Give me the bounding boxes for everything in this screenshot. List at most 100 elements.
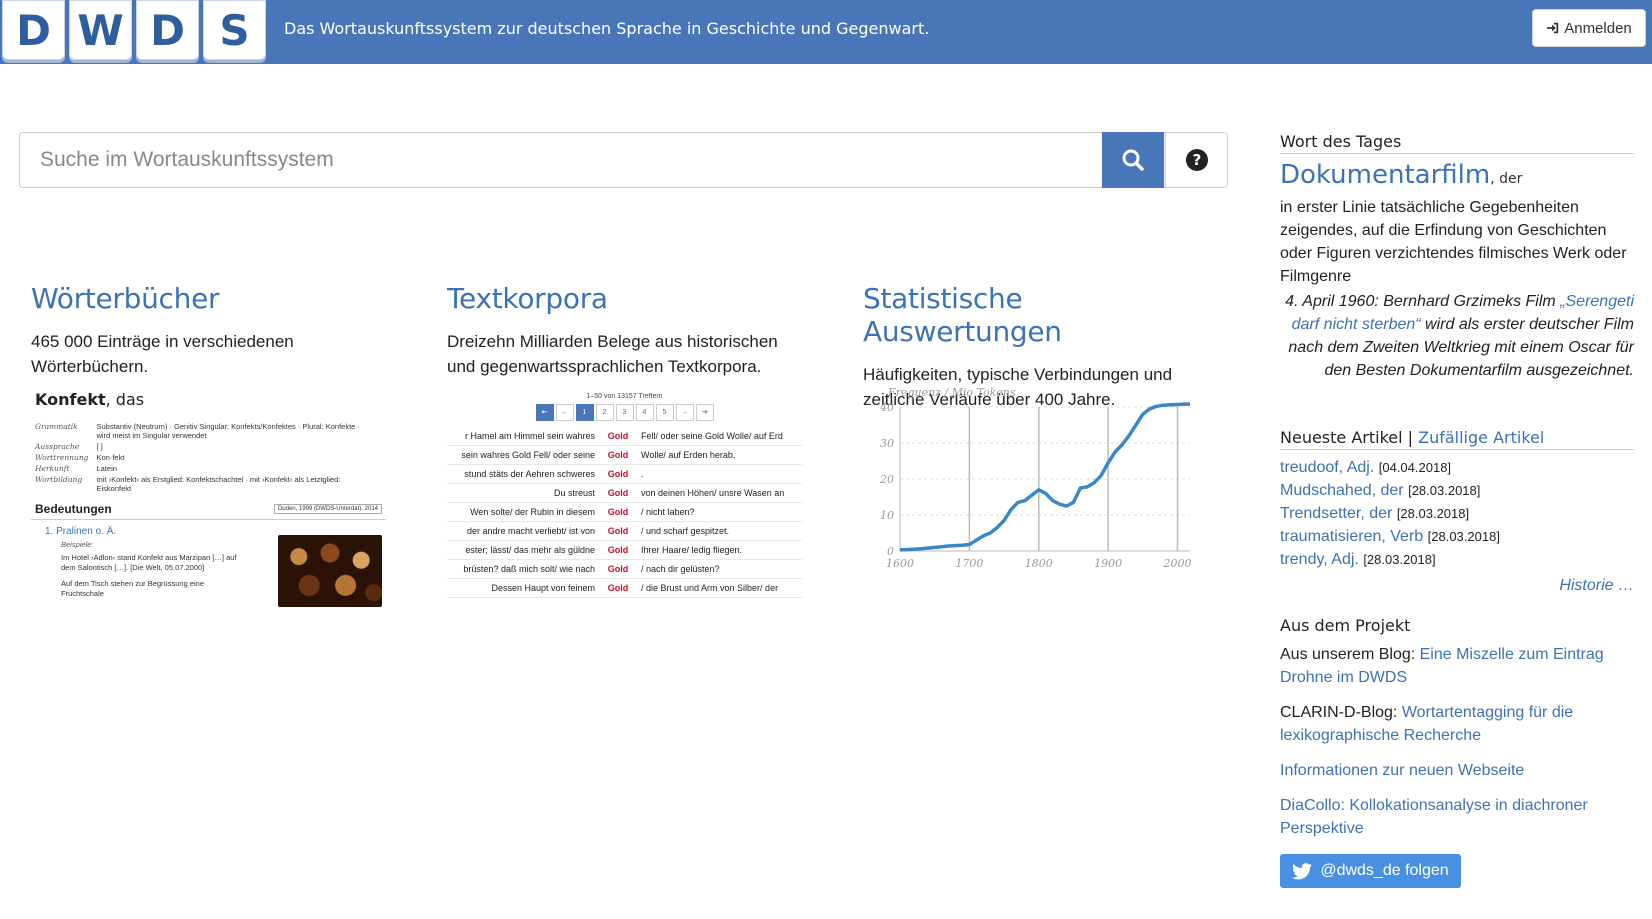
list-item: trendy, Adj. [28.03.2018] [1280, 551, 1436, 568]
corpus-preview[interactable]: 1–50 von 13157 Treffern ⇤ ← 1 2 3 4 5 → … [447, 393, 802, 613]
newest-articles: Neueste Artikel | Zufällige Artikel treu… [1280, 428, 1634, 595]
newest-header: Neueste Artikel | Zufällige Artikel [1280, 428, 1634, 450]
wdt-definition: in erster Linie tatsächliche Gegebenheit… [1280, 199, 1627, 285]
project-news: Aus dem Projekt Aus unserem Blog: Eine M… [1280, 616, 1634, 840]
logo-letter: W [69, 0, 132, 60]
kwic-left-context: sein wahres Gold Fell/ oder seine [461, 450, 595, 460]
section-textkorpora: Textkorpora Dreizehn Milliarden Belege a… [447, 282, 807, 379]
pralinen-image [278, 535, 382, 607]
history-link[interactable]: Historie … [1559, 577, 1634, 594]
kwic-row: ester; lässt/ das mehr als güldne Gold Ihr… [447, 541, 802, 560]
section-title[interactable]: Wörterbücher [31, 282, 391, 315]
y-tick-label: 40 [879, 401, 894, 414]
login-button[interactable]: Anmelden [1532, 9, 1646, 47]
section-title[interactable]: Textkorpora [447, 282, 807, 315]
list-item: treudoof, Adj. [04.04.2018] [1280, 459, 1452, 476]
pager-first[interactable]: ⇤ [535, 404, 554, 421]
random-articles-link[interactable]: Zufällige Artikel [1418, 428, 1544, 447]
kwic-keyword: Gold [607, 545, 629, 555]
preview-headword: Konfekt, das [35, 390, 145, 409]
search-input[interactable] [20, 133, 1102, 187]
logo-letter: D [2, 0, 65, 60]
kwic-row: Wen solte/ der Rubin in diesem Gold / nich… [447, 503, 802, 522]
svg-text:?: ? [1193, 151, 1202, 169]
kwic-right-context: / die Brust und Arm von Silber/ der [641, 583, 779, 593]
wdt-word-link[interactable]: Dokumentarfilm [1280, 160, 1490, 190]
kwic-right-context: . [641, 469, 644, 479]
preview-info-table: Grammatik Substantiv (Neutrum) · Genitiv … [35, 422, 360, 493]
kwic-keyword: Gold [607, 469, 629, 479]
search-button[interactable] [1102, 132, 1164, 188]
pager-prev[interactable]: ← [555, 404, 574, 421]
section-title[interactable]: Statistische Auswertungen [863, 282, 1223, 348]
kwic-keyword: Gold [607, 564, 629, 574]
twitter-icon [1292, 862, 1313, 879]
frequency-chart[interactable]: Frequenz / Mio Tokens0102030401600 1700 18… [872, 386, 1202, 611]
section-text: 465 000 Einträge in verschiedenen Wörter… [31, 332, 294, 376]
wdt-title: Wort des Tages [1280, 132, 1634, 154]
frequency-line [899, 402, 1190, 552]
word-of-the-day: Wort des Tages Dokumentarfilm, der in er… [1280, 132, 1634, 382]
article-link[interactable]: trendy, Adj. [1280, 551, 1359, 568]
section-text: Dreizehn Milliarden Belege aus historisc… [447, 332, 778, 376]
kwic-row: r Hamel am Himmel sein wahres Gold Fell/ o… [447, 427, 802, 446]
question-circle-icon: ? [1186, 149, 1208, 171]
login-label: Anmelden [1564, 19, 1632, 37]
twitter-label: @dwds_de folgen [1320, 862, 1449, 879]
preview-meanings-header: Bedeutungen Duden, 1999 (DWDS-Unterdat),… [31, 502, 386, 520]
pager-page[interactable]: 2 [595, 404, 614, 421]
dwds-logo[interactable]: D W D S [2, 0, 266, 60]
article-link[interactable]: treudoof, Adj. [1280, 459, 1374, 476]
logo-letter: D [136, 0, 199, 60]
y-tick-label: 10 [880, 509, 894, 522]
x-tick-label: 1600 [886, 557, 914, 570]
history-link-wrap: Historie … [1280, 577, 1634, 595]
kwic-left-context: Wen solte/ der Rubin in diesem [470, 507, 595, 517]
kwic-keyword: Gold [607, 526, 629, 536]
y-tick-label: 20 [879, 473, 894, 486]
y-tick-label: 30 [880, 437, 894, 450]
list-item: Trendsetter, der [28.03.2018] [1280, 505, 1470, 522]
wdt-word: Dokumentarfilm, der [1280, 160, 1523, 190]
x-tick-label: 1700 [955, 557, 983, 570]
kwic-keyword: Gold [607, 583, 629, 593]
article-link[interactable]: Trendsetter, der [1280, 505, 1392, 522]
kwic-left-context: ester; lässt/ das mehr als güldne [465, 545, 595, 555]
pager-page[interactable]: 3 [615, 404, 634, 421]
twitter-follow-button[interactable]: @dwds_de folgen [1280, 854, 1461, 888]
dictionary-preview[interactable]: Konfekt, das Grammatik Substantiv (Neutru… [31, 390, 386, 610]
pager-page[interactable]: 1 [575, 404, 594, 421]
pager-page[interactable]: 4 [635, 404, 654, 421]
x-tick-label: 2000 [1163, 557, 1192, 570]
kwic-left-context: brüsten? daß mich solt/ wie nach [463, 564, 595, 574]
kwic-row: Du streust Gold von deinen Höhen/ unsre Wa… [447, 484, 802, 503]
sign-in-icon [1547, 22, 1559, 34]
kwic-row: stund stäts der Aehren schweres Gold. [447, 465, 802, 484]
kwic-row: brüsten? daß mich solt/ wie nach Gold / na… [447, 560, 802, 579]
pager-page[interactable]: 5 [655, 404, 674, 421]
kwic-right-context: Wolle/ auf Erden herab. [641, 450, 736, 460]
y-axis-label: Frequenz / Mio Tokens [887, 386, 1016, 399]
kwic-keyword: Gold [607, 431, 629, 441]
kwic-row: Dessen Haupt von feinem Gold / die Brust u… [447, 579, 802, 598]
kwic-left-context: Du streust [553, 488, 595, 498]
preview-example-label: Beispiele: [61, 540, 94, 549]
kwic-keyword: Gold [607, 507, 629, 517]
list-item: Mudschahed, der [28.03.2018] [1280, 482, 1481, 499]
pager-last[interactable]: ⇥ [695, 404, 714, 421]
kwic-left-context: Dessen Haupt von feinem [491, 583, 595, 593]
project-link[interactable]: Informationen zur neuen Webseite [1280, 762, 1524, 779]
pager-next[interactable]: → [675, 404, 694, 421]
article-link[interactable]: Mudschahed, der [1280, 482, 1404, 499]
kwic-right-context: / nicht laben? [641, 507, 695, 517]
project-link[interactable]: DiaCollo: Kollokationsanalyse in diachro… [1280, 797, 1588, 837]
wdt-citation: 4. April 1960: Bernhard Grzimeks Film „S… [1285, 293, 1634, 379]
preview-example: Im Hotel ›Adlon‹ stand Konfekt aus Marzi… [61, 553, 237, 572]
article-list: treudoof, Adj. [04.04.2018] Mudschahed, … [1280, 456, 1634, 571]
help-button[interactable]: ? [1165, 133, 1228, 187]
article-link[interactable]: traumatisieren, Verb [1280, 528, 1423, 545]
x-tick-label: 1800 [1025, 557, 1053, 570]
kwic-right-context: Ihrer Haare/ ledig fliegen. [641, 545, 743, 555]
site-tagline: Das Wortauskunftssystem zur deutschen Sp… [284, 19, 930, 38]
kwic-table: r Hamel am Himmel sein wahres Gold Fell/ o… [447, 427, 802, 598]
